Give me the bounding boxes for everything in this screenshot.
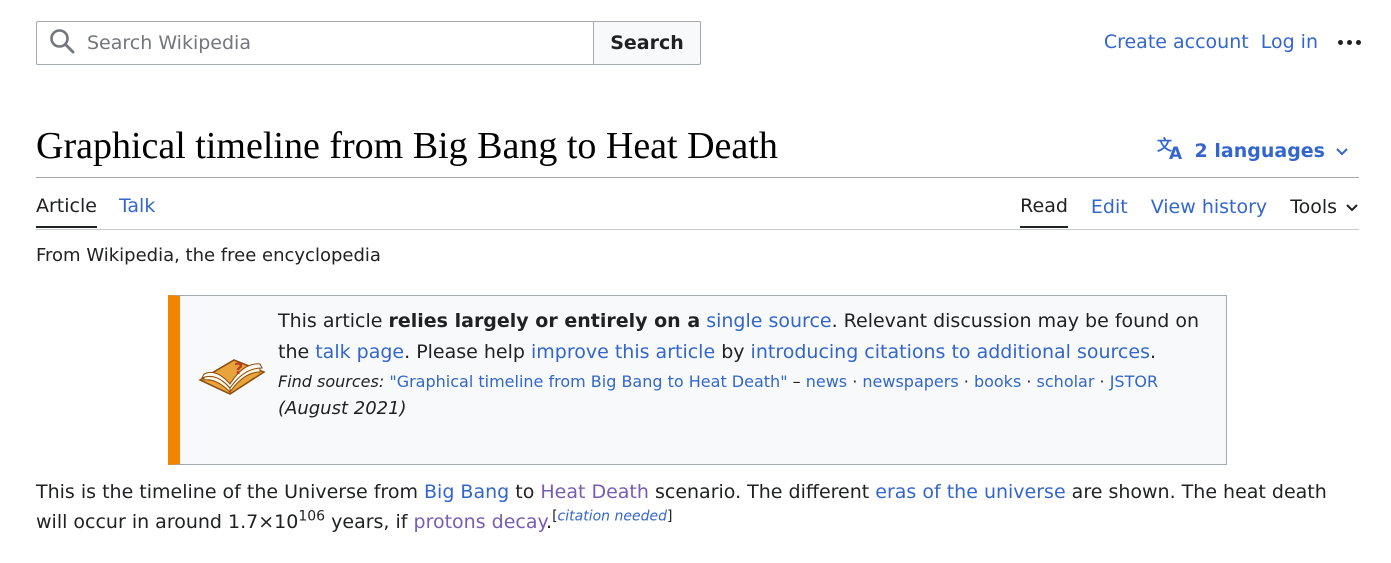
article-intro-paragraph: This is the timeline of the Universe fro… <box>36 481 1327 533</box>
find-sources-line: Find sources: "Graphical timeline from B… <box>278 372 1159 391</box>
single-source-notice: ? This article relies largely or entirel… <box>168 295 1227 465</box>
user-links: Create account Log in <box>1104 31 1361 53</box>
more-options-icon[interactable] <box>1338 39 1361 45</box>
find-sources-label: Find sources: <box>278 372 385 391</box>
page-title: Graphical timeline from Big Bang to Heat… <box>36 125 778 167</box>
tab-edit[interactable]: Edit <box>1091 196 1128 227</box>
notice-message: This article relies largely or entirely … <box>278 310 1199 363</box>
search-field[interactable] <box>36 21 593 65</box>
citation-needed: [citation needed] <box>552 508 673 525</box>
find-query-link[interactable]: "Graphical timeline from Big Bang to Hea… <box>389 372 787 391</box>
source-newspapers-link[interactable]: newspapers <box>862 372 958 391</box>
search-form: Search <box>36 21 701 65</box>
view-tabs: Read Edit View history Tools <box>997 195 1359 228</box>
source-scholar-link[interactable]: scholar <box>1037 372 1095 391</box>
tabs-divider <box>36 229 1359 230</box>
tab-read[interactable]: Read <box>1020 195 1068 228</box>
notice-text: This article relies largely or entirely … <box>278 306 1213 423</box>
namespace-tabs: Article Talk <box>36 195 177 228</box>
tools-menu[interactable]: Tools <box>1290 196 1359 227</box>
eras-of-universe-link[interactable]: eras of the universe <box>875 481 1065 503</box>
improve-article-link[interactable]: improve this article <box>531 341 715 363</box>
title-divider <box>36 177 1359 178</box>
site-tagline: From Wikipedia, the free encyclopedia <box>36 245 381 266</box>
translate-icon: 文 A <box>1157 136 1195 165</box>
chevron-down-icon <box>1337 196 1359 218</box>
tools-label: Tools <box>1290 196 1337 218</box>
tab-talk[interactable]: Talk <box>119 195 155 228</box>
svg-text:A: A <box>1169 144 1183 160</box>
talk-page-link[interactable]: talk page <box>315 341 404 363</box>
language-count: 2 languages <box>1194 139 1325 162</box>
citation-needed-link[interactable]: citation needed <box>558 509 667 525</box>
source-news-link[interactable]: news <box>806 372 847 391</box>
log-in-link[interactable]: Log in <box>1261 31 1318 53</box>
big-bang-link[interactable]: Big Bang <box>424 481 509 503</box>
book-question-icon: ? <box>196 348 268 412</box>
single-source-link[interactable]: single source <box>706 310 831 332</box>
chevron-down-icon <box>1335 140 1359 162</box>
tab-view-history[interactable]: View history <box>1151 196 1267 227</box>
introducing-citations-link[interactable]: introducing citations to additional sour… <box>751 341 1150 363</box>
exponent: 106 <box>298 508 326 525</box>
source-jstor-link[interactable]: JSTOR <box>1110 372 1158 391</box>
tab-article[interactable]: Article <box>36 195 97 228</box>
protons-decay-link[interactable]: protons decay <box>414 511 547 533</box>
search-button[interactable]: Search <box>593 21 701 65</box>
svg-text:?: ? <box>234 359 243 378</box>
notice-date: (August 2021) <box>278 398 407 419</box>
create-account-link[interactable]: Create account <box>1104 31 1249 53</box>
search-input[interactable] <box>87 32 567 54</box>
search-icon <box>49 28 75 58</box>
language-button[interactable]: 文 A 2 languages <box>1157 136 1359 165</box>
source-books-link[interactable]: books <box>974 372 1021 391</box>
heat-death-link[interactable]: Heat Death <box>540 481 649 503</box>
